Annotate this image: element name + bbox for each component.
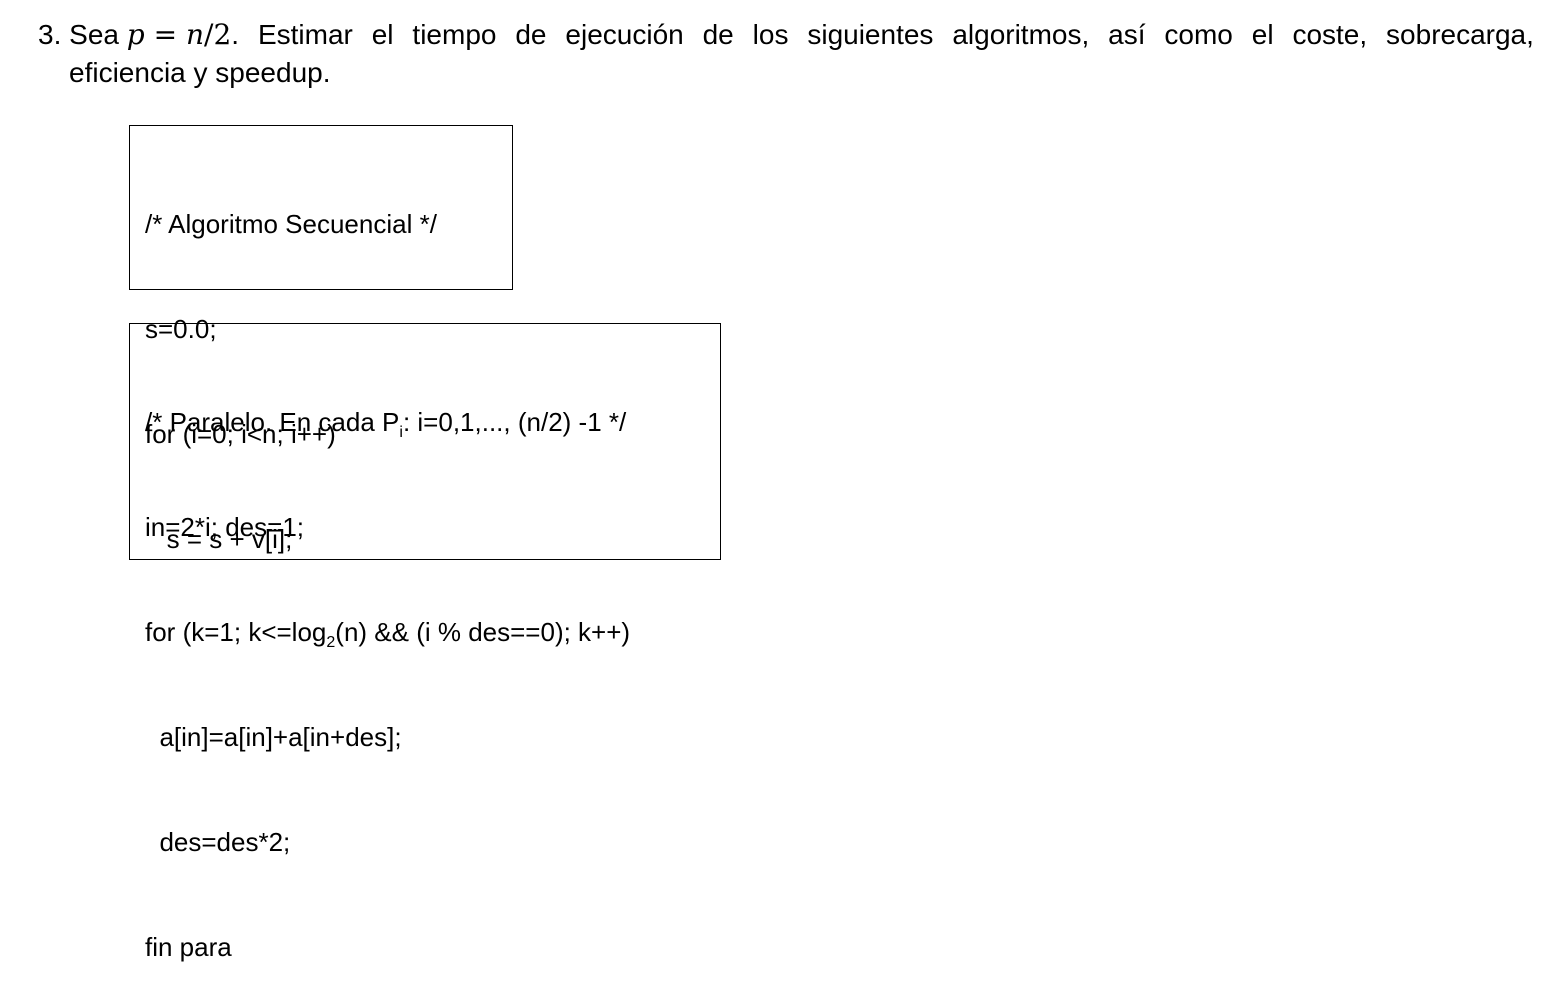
- word: tiempo: [412, 19, 497, 50]
- problem-intro: Sea: [69, 19, 119, 50]
- word: los: [752, 19, 789, 50]
- code-line: des=des*2;: [145, 827, 291, 857]
- word: de: [515, 19, 547, 50]
- problem-number: 3.: [38, 19, 62, 50]
- word: de: [702, 19, 734, 50]
- formula-eq: =: [153, 18, 178, 51]
- formula-lhs: p: [126, 18, 145, 51]
- code-text: : i=0,1,..., (n/2) -1 */: [402, 407, 627, 437]
- formula-rhs-var: n: [185, 18, 205, 51]
- formula-rhs-rest: /2: [204, 18, 232, 51]
- parallel-code-box: /* Paralelo. En cada Pi: i=0,1,..., (n/2…: [129, 323, 721, 962]
- word: como: [1164, 19, 1233, 50]
- subscript: 2: [326, 634, 336, 651]
- sequential-code-box: /* Algoritmo Secuencial */ s=0.0; for (i…: [129, 125, 513, 554]
- word: sobrecarga,: [1386, 19, 1534, 50]
- word: algoritmos,: [952, 19, 1090, 50]
- code-line: /* Paralelo. En cada Pi: i=0,1,..., (n/2…: [145, 405, 720, 441]
- word: siguientes: [807, 19, 934, 50]
- problem-statement: 3. Sea p = n/2. Estimar el tiempo de eje…: [38, 16, 1534, 92]
- code-line: in=2*i; des=1;: [145, 512, 305, 542]
- code-line: /* Algoritmo Secuencial */: [145, 209, 437, 239]
- code-text: (n) && (i % des==0); k++): [335, 617, 631, 647]
- code-line: a[in]=a[in]+a[in+des];: [145, 722, 402, 752]
- formula: p = n/2: [127, 18, 232, 51]
- word: ejecución: [565, 19, 684, 50]
- problem-line-1: 3. Sea p = n/2. Estimar el tiempo de eje…: [38, 16, 1534, 54]
- code-text: for (k=1; k<=log: [145, 617, 327, 647]
- word: Estimar: [257, 19, 353, 50]
- code-text: /* Paralelo. En cada P: [145, 407, 400, 437]
- word: el: [1251, 19, 1274, 50]
- code-line: for (k=1; k<=log2(n) && (i % des==0); k+…: [145, 615, 720, 651]
- word: el: [371, 19, 394, 50]
- word: coste,: [1292, 19, 1368, 50]
- code-line: fin para: [145, 932, 232, 962]
- problem-line-2: eficiencia y speedup.: [69, 57, 331, 88]
- word: así: [1108, 19, 1146, 50]
- problem-number-and-formula: 3. Sea p = n/2.: [38, 18, 240, 51]
